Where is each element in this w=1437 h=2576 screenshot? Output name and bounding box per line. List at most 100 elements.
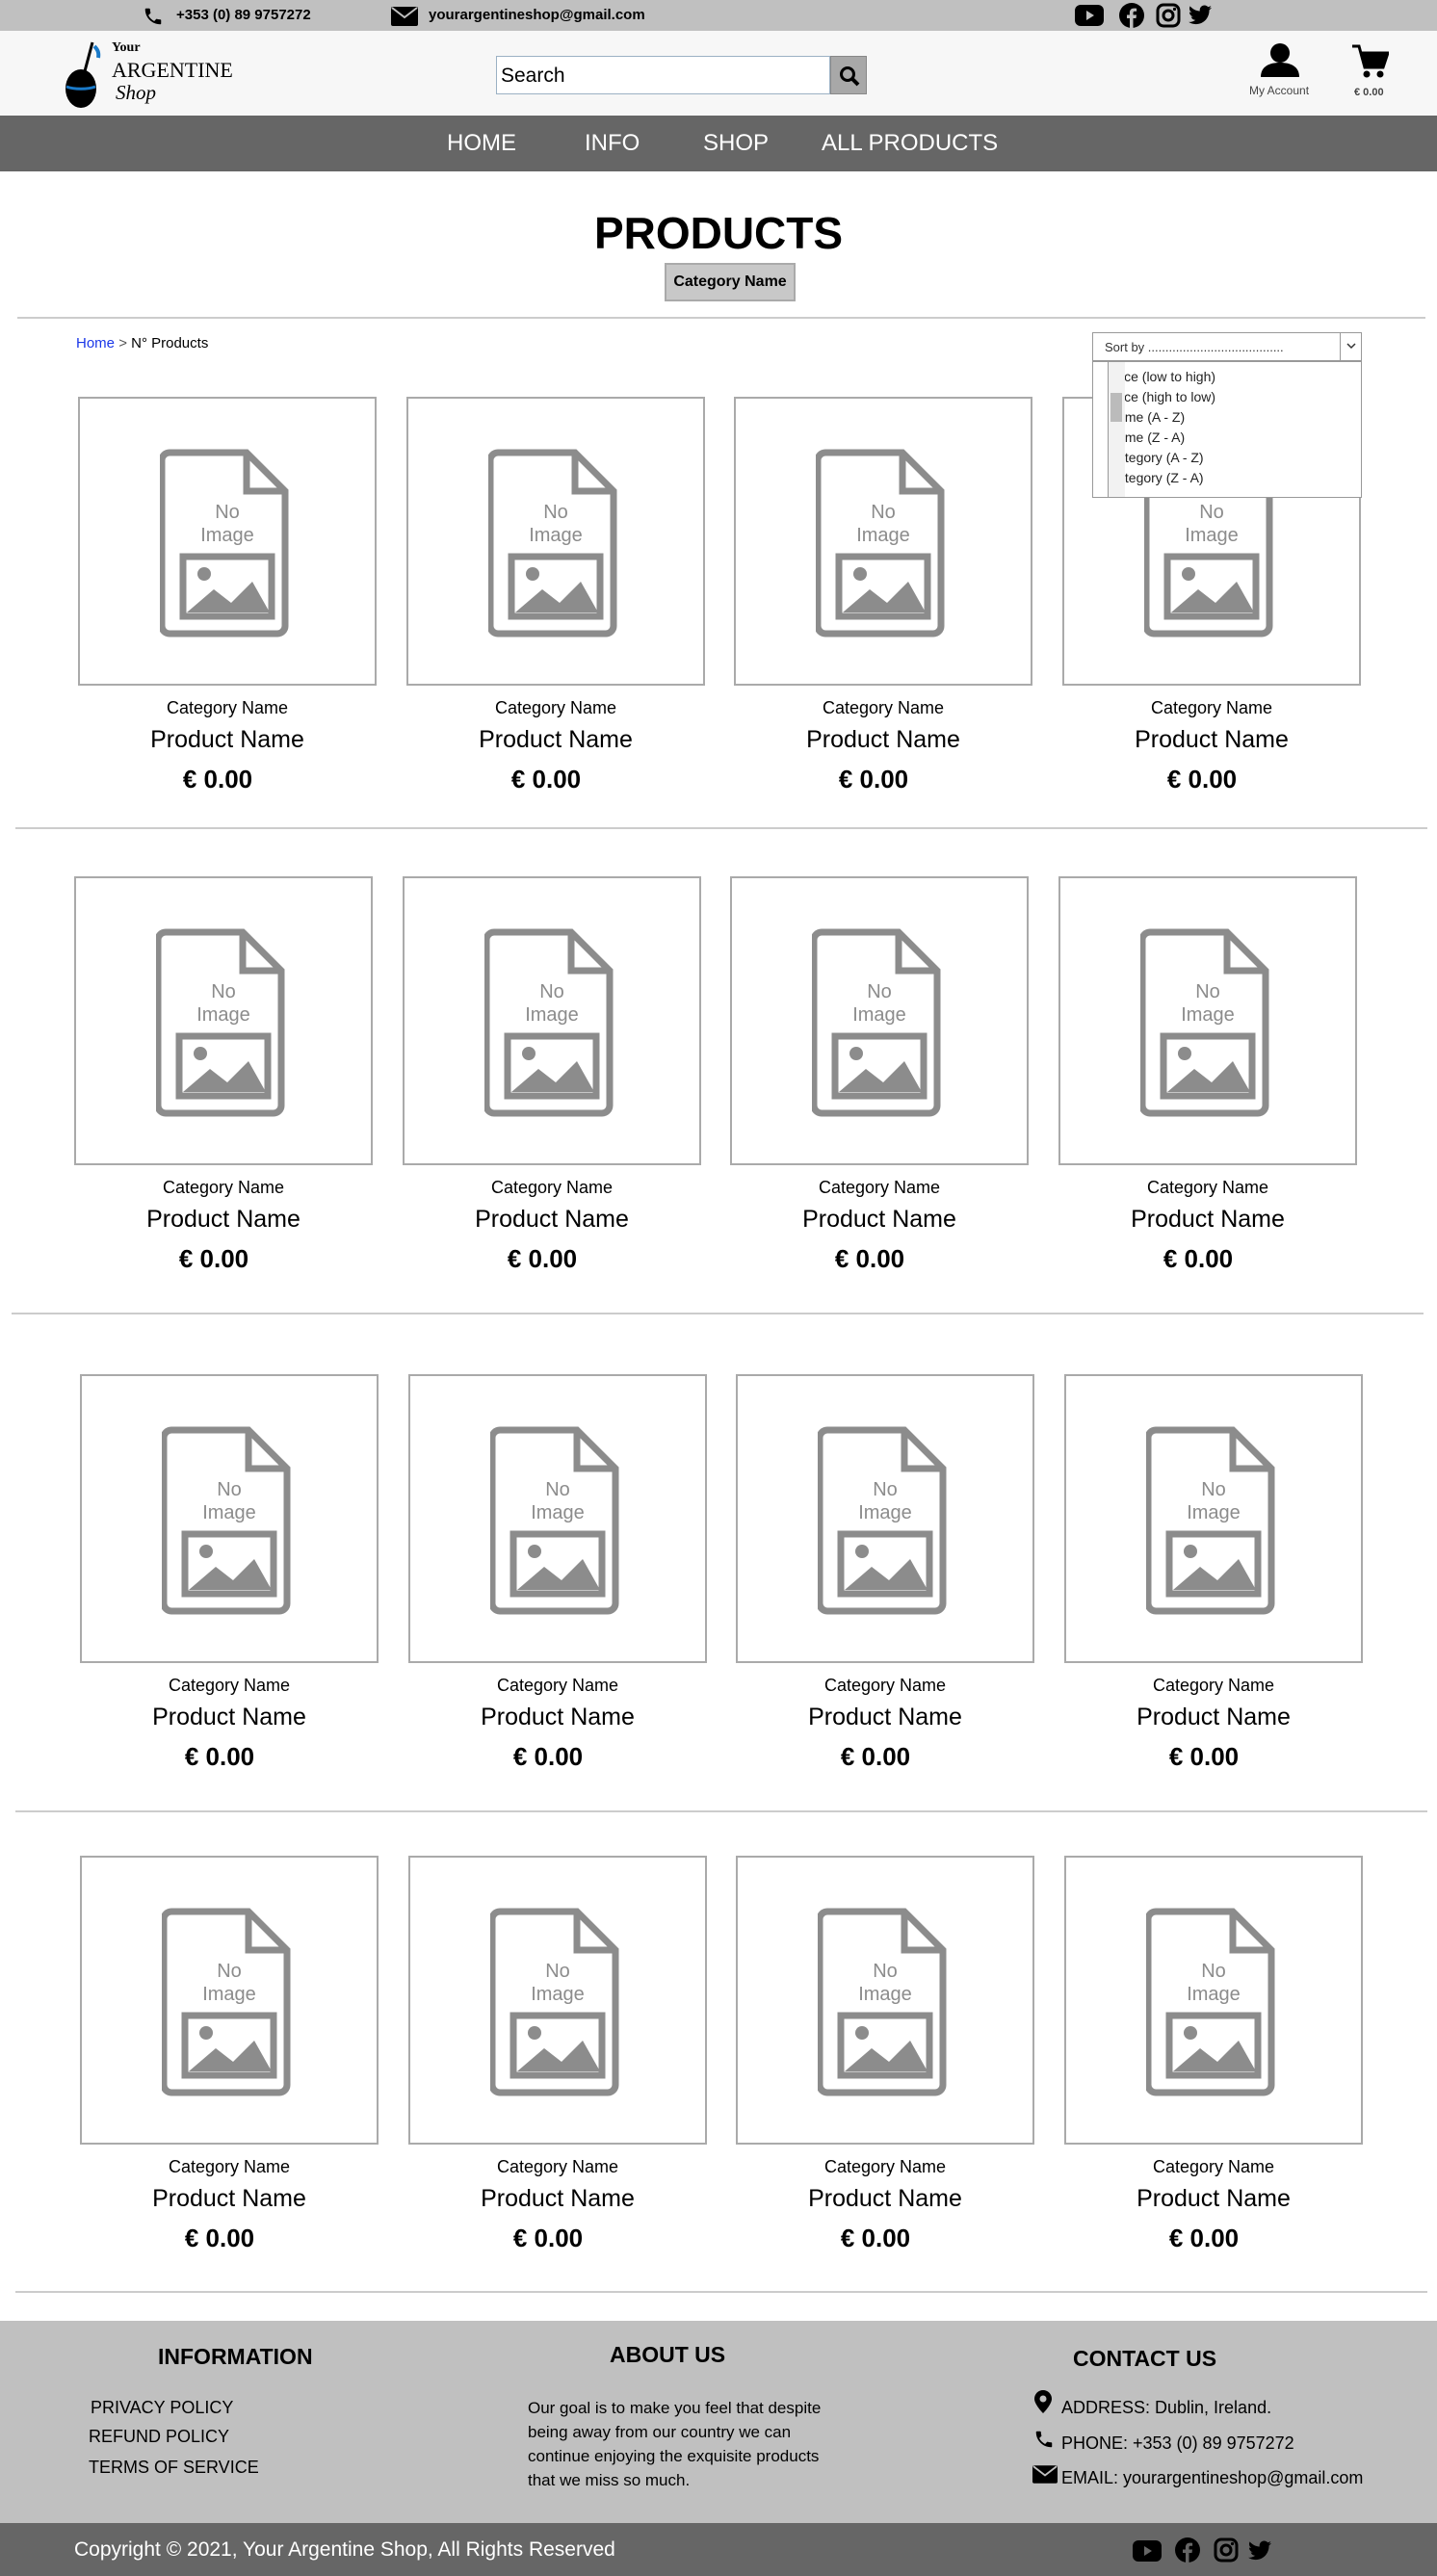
product-name[interactable]: Product Name	[731, 2185, 1039, 2213]
instagram-icon[interactable]	[1156, 3, 1181, 28]
no-image-text-1: No	[867, 981, 892, 1002]
product-name[interactable]: Product Name	[402, 726, 710, 754]
product-category: Category Name	[823, 2157, 947, 2176]
no-image-text-1: No	[545, 1479, 570, 1500]
product-name[interactable]: Product Name	[1059, 2185, 1368, 2213]
twitter-icon[interactable]	[1189, 5, 1212, 25]
breadcrumb: Home > N° Products	[76, 335, 208, 351]
product-name[interactable]: Product Name	[75, 2185, 383, 2213]
product-category: Category Name	[1152, 2157, 1275, 2176]
divider	[15, 1810, 1427, 1812]
phone-icon	[144, 8, 162, 25]
product-price: € 0.00	[834, 1244, 905, 1273]
breadcrumb-home[interactable]: Home	[76, 335, 115, 351]
no-image-icon: NoImage	[1146, 1426, 1275, 1615]
product-image[interactable]: No Image	[80, 1856, 379, 2145]
product-name[interactable]: Product Name	[1059, 1704, 1368, 1731]
product-name[interactable]: Product Name	[1054, 1206, 1362, 1234]
footer-contact-title: CONTACT US	[1073, 2346, 1217, 2371]
cart-link[interactable]: € 0.00	[1346, 44, 1395, 102]
product-name[interactable]: Product Name	[404, 2185, 712, 2213]
product-name[interactable]: Product Name	[75, 1704, 383, 1731]
footer-about-text: Our goal is to make you feel that despit…	[528, 2399, 822, 2489]
product-name[interactable]: Product Name	[69, 1206, 378, 1234]
product-price: € 0.00	[178, 1244, 249, 1273]
product-image[interactable]: No Image	[736, 1856, 1034, 2145]
no-image-text-1: No	[1201, 1961, 1226, 1982]
product-category: Category Name	[1146, 1178, 1269, 1197]
footer-address: ADDRESS: Dublin, Ireland.	[1061, 2398, 1272, 2417]
no-image-text-1: No	[539, 981, 564, 1002]
scrollbar[interactable]	[1108, 362, 1125, 497]
product-name[interactable]: Product Name	[725, 1206, 1033, 1234]
no-image-icon: NoImage	[812, 928, 941, 1117]
cart-total: € 0.00	[1354, 87, 1384, 98]
facebook-icon[interactable]	[1119, 3, 1144, 28]
product-image[interactable]: No Image	[406, 397, 705, 686]
product-price: € 0.00	[840, 1742, 911, 1771]
mate-cup-icon	[65, 41, 101, 108]
instagram-icon[interactable]	[1214, 2537, 1239, 2563]
twitter-icon[interactable]	[1248, 2540, 1271, 2561]
product-image[interactable]: No Image	[730, 876, 1029, 1165]
nav-shop[interactable]: SHOP	[703, 130, 769, 157]
product-image[interactable]: No Image	[734, 397, 1032, 686]
category-filter-button[interactable]: Category Name	[665, 263, 796, 301]
product-image[interactable]: No Image	[80, 1374, 379, 1663]
product-image[interactable]: No Image	[403, 876, 701, 1165]
no-image-text-2: Image	[200, 525, 254, 546]
footer-link-refund[interactable]: REFUND POLICY	[89, 2427, 229, 2447]
product-name[interactable]: Product Name	[1058, 726, 1366, 754]
product-image[interactable]: No Image	[736, 1374, 1034, 1663]
product-price: € 0.00	[512, 1742, 584, 1771]
divider	[12, 1313, 1424, 1314]
product-image[interactable]: No Image	[74, 876, 373, 1165]
product-image[interactable]: No Image	[1058, 876, 1357, 1165]
product-image[interactable]: No Image	[408, 1856, 707, 2145]
product-price: € 0.00	[1168, 2224, 1240, 2252]
no-image-icon: NoImage	[488, 449, 617, 637]
account-link[interactable]: My Account	[1242, 42, 1319, 102]
no-image-text-2: Image	[531, 1502, 585, 1523]
nav-home[interactable]: HOME	[447, 130, 516, 157]
no-image-icon: NoImage	[1146, 1908, 1275, 2096]
search-button[interactable]	[830, 56, 867, 94]
copyright-text: Copyright © 2021, Your Argentine Shop, A…	[74, 2538, 615, 2561]
product-category: Category Name	[1150, 698, 1273, 717]
product-name[interactable]: Product Name	[729, 726, 1037, 754]
product-name[interactable]: Product Name	[73, 726, 381, 754]
mail-icon	[391, 7, 418, 26]
youtube-icon[interactable]	[1075, 5, 1104, 26]
product-image[interactable]: No Image	[1064, 1374, 1363, 1663]
site-logo[interactable]: Your ARGENTINE Shop	[64, 40, 233, 110]
footer-link-terms[interactable]: TERMS OF SERVICE	[89, 2458, 259, 2478]
no-image-icon: NoImage	[490, 1426, 619, 1615]
product-name[interactable]: Product Name	[398, 1206, 706, 1234]
sort-select[interactable]: Sort by ................................…	[1092, 332, 1362, 361]
sort-options-list: Price (low to high) Price (high to low) …	[1092, 361, 1362, 498]
product-name[interactable]: Product Name	[404, 1704, 712, 1731]
no-image-text-2: Image	[852, 1004, 906, 1026]
no-image-icon: NoImage	[490, 1908, 619, 2096]
nav-all-products[interactable]: ALL PRODUCTS	[822, 130, 998, 157]
product-name[interactable]: Product Name	[731, 1704, 1039, 1731]
no-image-icon: NoImage	[160, 449, 289, 637]
product-image[interactable]: No Image	[1064, 1856, 1363, 2145]
facebook-icon[interactable]	[1175, 2537, 1200, 2563]
divider	[15, 827, 1427, 829]
nav-info[interactable]: INFO	[585, 130, 640, 157]
search-input[interactable]: Search	[496, 56, 830, 94]
no-image-text-2: Image	[858, 1984, 912, 2005]
no-image-text-1: No	[543, 502, 568, 523]
product-image[interactable]: No Image	[408, 1374, 707, 1663]
no-image-text-2: Image	[1187, 1502, 1241, 1523]
product-image[interactable]: No Image	[78, 397, 377, 686]
footer-link-privacy[interactable]: PRIVACY POLICY	[91, 2398, 233, 2418]
no-image-icon: NoImage	[818, 1908, 947, 2096]
footer-phone: PHONE: +353 (0) 89 9757272	[1061, 2433, 1294, 2453]
youtube-icon[interactable]	[1133, 2540, 1162, 2562]
no-image-text-2: Image	[529, 525, 583, 546]
product-price: € 0.00	[184, 2224, 255, 2252]
chevron-down-icon[interactable]	[1340, 333, 1361, 360]
product-category: Category Name	[168, 1676, 291, 1695]
